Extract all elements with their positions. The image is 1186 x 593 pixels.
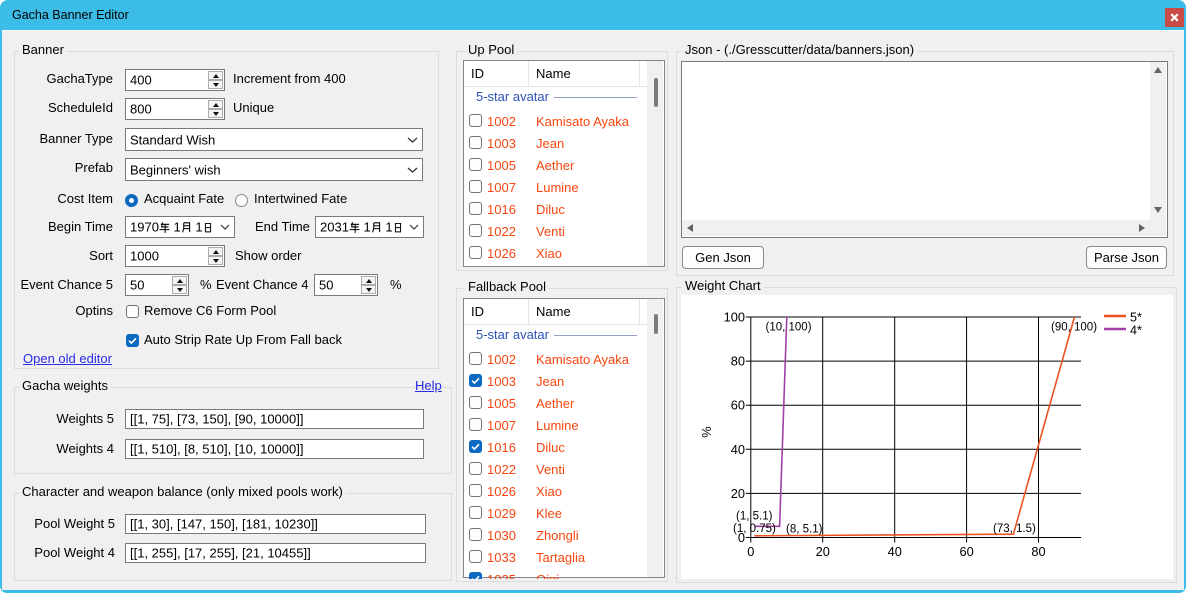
svg-text:40: 40: [731, 442, 745, 457]
svg-text:(8, 5.1): (8, 5.1): [786, 524, 823, 536]
svg-text:80: 80: [1031, 544, 1045, 559]
svg-text:(10, 100): (10, 100): [766, 322, 812, 334]
svg-text:60: 60: [731, 398, 745, 413]
svg-text:80: 80: [731, 354, 745, 369]
svg-text:(1, 0.75): (1, 0.75): [733, 523, 776, 535]
svg-text:5*: 5*: [1130, 311, 1142, 325]
svg-text:60: 60: [959, 544, 973, 559]
svg-text:40: 40: [888, 544, 902, 559]
svg-text:(90, 100): (90, 100): [1051, 322, 1097, 334]
svg-text:(1, 5.1): (1, 5.1): [736, 511, 773, 523]
svg-text:%: %: [699, 426, 714, 437]
svg-text:0: 0: [747, 544, 754, 559]
svg-text:(73, 1.5): (73, 1.5): [993, 523, 1036, 535]
svg-text:100: 100: [724, 310, 745, 325]
svg-text:20: 20: [816, 544, 830, 559]
svg-text:20: 20: [731, 486, 745, 501]
svg-text:4*: 4*: [1130, 324, 1142, 338]
